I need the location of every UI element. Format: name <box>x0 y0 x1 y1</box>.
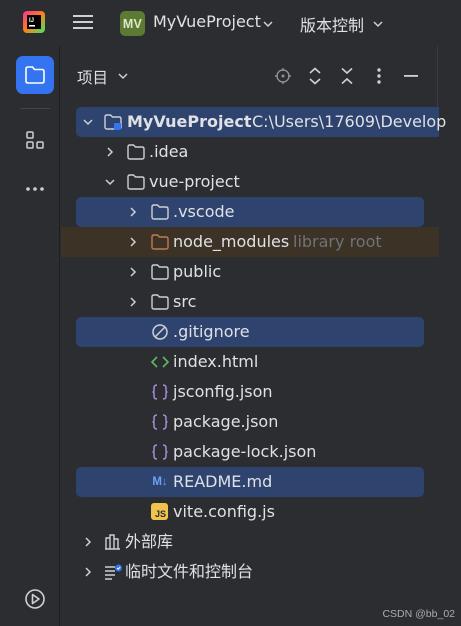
tree-row-root[interactable]: MyVueProject C:\Users\17609\Develop <box>61 107 446 137</box>
tree-label: .gitignore <box>173 322 250 341</box>
expand-all-button[interactable] <box>305 66 325 86</box>
collapse-all-icon <box>341 67 353 85</box>
title-bar: IJ MV MyVueProject 版本控制 <box>0 0 461 46</box>
tree-row-file[interactable]: package.json <box>61 407 439 437</box>
tree-row-scratches[interactable]: 临时文件和控制台 <box>61 557 439 587</box>
options-button[interactable] <box>369 66 389 86</box>
more-vertical-icon <box>377 68 381 84</box>
json-file-icon <box>152 384 168 400</box>
chevron-right-icon[interactable] <box>82 536 94 548</box>
chevron-down-icon[interactable] <box>263 20 273 28</box>
chevron-right-icon[interactable] <box>127 296 139 308</box>
project-name-dropdown[interactable]: MyVueProject <box>153 12 261 31</box>
tree-hint: library root <box>293 232 382 251</box>
tree-label: 外部库 <box>125 532 174 551</box>
json-file-icon <box>152 444 168 460</box>
tree-label: public <box>173 262 222 281</box>
app-logo-icon[interactable]: IJ <box>22 10 46 34</box>
tree-row-file[interactable]: jsconfig.json <box>61 377 439 407</box>
tree-label: index.html <box>173 352 259 371</box>
scratches-icon <box>105 564 122 580</box>
tree-label: .idea <box>149 142 189 161</box>
tool-window-strip <box>0 46 60 626</box>
tree-label: package-lock.json <box>173 442 317 461</box>
chevron-down-icon[interactable] <box>82 116 94 128</box>
chevron-down-icon[interactable] <box>104 176 116 188</box>
tree-row-external-libraries[interactable]: 外部库 <box>61 527 439 557</box>
folder-icon <box>25 66 45 84</box>
tree-label: .vscode <box>173 202 235 221</box>
run-icon <box>25 589 45 609</box>
vcs-dropdown[interactable]: 版本控制 <box>300 12 364 36</box>
tree-row-folder[interactable]: .vscode <box>61 197 439 227</box>
json-file-icon <box>152 414 168 430</box>
markdown-file-icon: M↓ <box>152 476 168 488</box>
tree-row-folder[interactable]: node_modules library root <box>61 227 439 257</box>
locate-file-button[interactable] <box>273 66 293 86</box>
html-file-icon <box>150 356 170 368</box>
tree-row-folder[interactable]: src <box>61 287 439 317</box>
minimize-icon <box>404 75 418 77</box>
tree-label: package.json <box>173 412 279 431</box>
structure-tool-button[interactable] <box>16 121 54 159</box>
tree-label: node_modules <box>173 232 290 251</box>
panel-divider <box>437 46 438 108</box>
more-tools-button[interactable] <box>16 170 54 208</box>
tree-label: MyVueProject <box>127 112 252 131</box>
crosshair-icon <box>275 68 291 84</box>
ignore-file-icon <box>152 324 168 340</box>
tree-row-file[interactable]: package-lock.json <box>61 437 439 467</box>
structure-icon <box>26 131 44 149</box>
module-folder-icon <box>104 114 122 130</box>
tree-label: vue-project <box>149 172 240 191</box>
tree-row-folder[interactable]: .idea <box>61 137 439 167</box>
main-menu-icon[interactable] <box>72 12 94 32</box>
folder-icon <box>127 144 145 160</box>
chevron-right-icon[interactable] <box>104 146 116 158</box>
chevron-down-icon[interactable] <box>118 72 128 80</box>
library-icon <box>105 534 120 550</box>
tree-label: README.md <box>173 472 273 491</box>
project-tool-button[interactable] <box>16 56 54 94</box>
project-panel: 项目 MyVueProject C:\Users\17609\Develop .… <box>61 46 461 626</box>
panel-title[interactable]: 项目 <box>77 66 108 88</box>
tree-label: 临时文件和控制台 <box>125 562 254 581</box>
folder-icon <box>127 174 145 190</box>
chevron-right-icon[interactable] <box>127 266 139 278</box>
svg-text:IJ: IJ <box>29 18 34 24</box>
javascript-file-icon: JS <box>151 503 168 520</box>
tree-row-file[interactable]: index.html <box>61 347 439 377</box>
chevron-right-icon[interactable] <box>127 236 139 248</box>
toolstrip-divider <box>20 108 50 109</box>
expand-all-icon <box>309 67 321 85</box>
tree-row-folder[interactable]: public <box>61 257 439 287</box>
hide-panel-button[interactable] <box>401 66 421 86</box>
run-services-tool-button[interactable] <box>16 580 54 618</box>
excluded-folder-icon <box>151 234 169 250</box>
collapse-all-button[interactable] <box>337 66 357 86</box>
folder-icon <box>151 294 169 310</box>
tree-row-file[interactable]: M↓ README.md <box>61 467 439 497</box>
chevron-right-icon[interactable] <box>127 206 139 218</box>
tree-row-file[interactable]: JS vite.config.js <box>61 497 439 527</box>
project-badge[interactable]: MV <box>120 11 145 36</box>
tree-row-folder[interactable]: vue-project <box>61 167 439 197</box>
tree-path: C:\Users\17609\Develop <box>252 112 447 131</box>
chevron-right-icon[interactable] <box>82 566 94 578</box>
panel-title-label: 项目 <box>77 69 109 87</box>
tree-label: src <box>173 292 197 311</box>
tree-label: jsconfig.json <box>173 382 273 401</box>
folder-icon <box>151 204 169 220</box>
tree-label: vite.config.js <box>173 502 275 521</box>
more-horizontal-icon <box>26 187 44 191</box>
watermark: CSDN @bb_02 <box>382 608 455 620</box>
chevron-down-icon[interactable] <box>373 20 383 28</box>
tree-row-file[interactable]: .gitignore <box>61 317 439 347</box>
folder-icon <box>151 264 169 280</box>
